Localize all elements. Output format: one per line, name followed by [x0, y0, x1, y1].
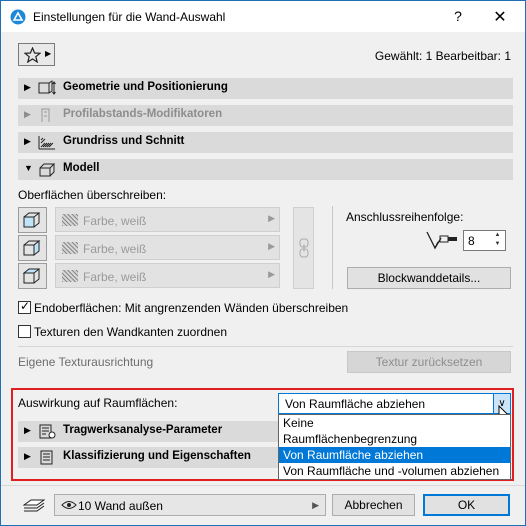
section-structural[interactable]: ▶ Tragwerksanalyse-Parameter: [18, 421, 280, 442]
layers-icon: [23, 499, 45, 512]
separator: [18, 346, 513, 347]
surface-override-button-2[interactable]: [18, 235, 47, 261]
surface-material-select-1[interactable]: Farbe, weiß ▶: [55, 207, 280, 232]
favorites-button[interactable]: ▶: [18, 43, 55, 66]
cancel-button[interactable]: Abbrechen: [332, 494, 415, 516]
stepper-up-icon[interactable]: ▲: [491, 232, 504, 241]
section-label: Grundriss und Schnitt: [63, 135, 185, 147]
material-value: Farbe, weiß: [83, 242, 147, 256]
chevron-right-icon: ▶: [312, 500, 319, 510]
section-label: Modell: [63, 162, 100, 174]
chain-link-icon: [299, 238, 309, 258]
zone-effect-label: Auswirkung auf Raumflächen:: [18, 396, 178, 410]
expand-arrow-icon: ▶: [24, 109, 31, 119]
zone-effect-dropdown[interactable]: Von Raumfläche abziehen ∨: [278, 393, 511, 414]
dropdown-option[interactable]: Von Raumfläche und -volumen abziehen: [279, 463, 510, 479]
textures-checkbox[interactable]: [18, 325, 31, 338]
material-value: Farbe, weiß: [83, 270, 147, 284]
end-surfaces-checkbox[interactable]: ✓: [18, 299, 31, 314]
section-label: Profilabstands-Modifikatoren: [63, 108, 223, 120]
title-bar: Einstellungen für die Wand-Auswahl ? ✕: [1, 1, 525, 32]
close-button[interactable]: ✕: [489, 7, 511, 27]
expand-arrow-icon: ▶: [24, 451, 31, 461]
section-model[interactable]: ▼ Modell: [18, 159, 513, 180]
dropdown-option[interactable]: Keine: [279, 415, 510, 431]
structural-icon: [39, 424, 56, 439]
expand-arrow-icon: ▶: [24, 425, 31, 435]
zone-effect-options: Keine Raumflächenbegrenzung Von Raumfläc…: [278, 414, 511, 480]
material-swatch-icon: [62, 214, 78, 226]
wall-connection-icon: [426, 231, 457, 250]
section-label: Geometrie und Positionierung: [63, 81, 228, 93]
model-icon: [39, 163, 56, 177]
expand-arrow-icon: ▶: [24, 82, 31, 92]
chevron-right-icon: ▶: [268, 213, 275, 223]
archicad-logo-icon: [10, 9, 26, 25]
end-surfaces-label: Endoberflächen: Mit angrenzenden Wänden …: [34, 301, 349, 315]
section-floorplan[interactable]: ▶ Grundriss und Schnitt: [18, 132, 513, 153]
dropdown-value: Von Raumfläche abziehen: [285, 397, 426, 411]
chevron-right-icon: ▶: [268, 269, 275, 279]
material-value: Farbe, weiß: [83, 214, 147, 228]
collapse-arrow-icon: ▼: [24, 163, 33, 173]
surface-material-select-3[interactable]: Farbe, weiß ▶: [55, 263, 280, 288]
eye-icon: [61, 501, 77, 509]
surface-override-button-3[interactable]: [18, 263, 47, 289]
layer-value: 10 Wand außen: [78, 499, 163, 513]
material-swatch-icon: [62, 270, 78, 282]
window-title: Einstellungen für die Wand-Auswahl: [33, 10, 226, 24]
stepper-value: 8: [468, 234, 475, 248]
footer-separator: [1, 485, 525, 486]
vertical-separator: [332, 206, 333, 289]
dropdown-option-selected[interactable]: Von Raumfläche abziehen: [279, 447, 510, 463]
material-swatch-icon: [62, 242, 78, 254]
expand-arrow-icon: ▶: [24, 136, 31, 146]
wall-surface-icon: [22, 268, 41, 284]
classification-icon: [40, 450, 53, 465]
surface-material-select-2[interactable]: Farbe, weiß ▶: [55, 235, 280, 260]
wall-surface-icon: [23, 212, 41, 228]
override-surfaces-label: Oberflächen überschreiben:: [18, 188, 167, 202]
section-label: Klassifizierung und Eigenschaften: [63, 450, 251, 462]
connection-order-stepper[interactable]: 8 ▲ ▼: [463, 230, 506, 251]
section-label: Tragwerksanalyse-Parameter: [63, 424, 223, 436]
reset-texture-button[interactable]: Textur zurücksetzen: [347, 351, 511, 373]
link-surfaces-button[interactable]: [293, 207, 314, 289]
star-icon: [24, 47, 41, 63]
surface-override-button-1[interactable]: [18, 207, 47, 233]
section-classification[interactable]: ▶ Klassifizierung und Eigenschaften: [18, 447, 280, 468]
section-geometry[interactable]: ▶ Geometrie und Positionierung: [18, 78, 513, 99]
block-wall-details-button[interactable]: Blockwanddetails...: [347, 267, 511, 289]
layer-select[interactable]: 10 Wand außen ▶: [54, 494, 326, 516]
help-button[interactable]: ?: [448, 8, 468, 26]
wall-surface-icon: [23, 239, 41, 257]
checkmark-icon: ✓: [20, 299, 31, 313]
section-profile[interactable]: ▶ Profilabstands-Modifikatoren: [18, 105, 513, 126]
ok-button[interactable]: OK: [423, 494, 510, 516]
dropdown-option[interactable]: Raumflächenbegrenzung: [279, 431, 510, 447]
play-arrow-icon: ▶: [45, 49, 52, 58]
chevron-right-icon: ▶: [268, 241, 275, 251]
stepper-down-icon[interactable]: ▼: [491, 241, 504, 250]
dialog: Einstellungen für die Wand-Auswahl ? ✕ ▶…: [0, 0, 526, 526]
profile-icon: [41, 108, 50, 122]
connection-order-label: Anschlussreihenfolge:: [346, 210, 464, 224]
floorplan-icon: [38, 136, 55, 150]
texture-alignment-label: Eigene Texturausrichtung: [18, 355, 154, 369]
selected-info: Gewählt: 1 Bearbeitbar: 1: [374, 49, 511, 63]
geometry-icon: [38, 80, 56, 95]
textures-label: Texturen den Wandkanten zuordnen: [34, 325, 228, 339]
